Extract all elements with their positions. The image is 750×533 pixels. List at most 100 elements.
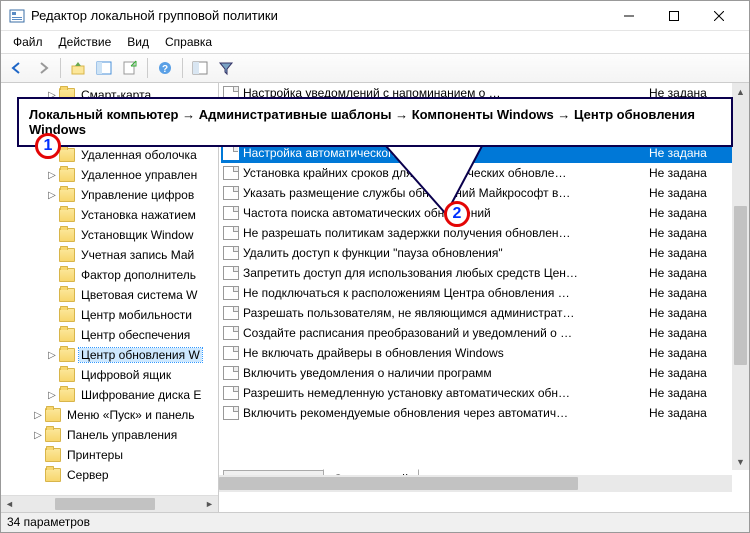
- policy-icon: [223, 246, 239, 260]
- tree-item-label: Фактор дополнитель: [79, 268, 198, 282]
- policy-row[interactable]: Создайте расписания преобразований и уве…: [221, 323, 749, 343]
- policy-name: Не включать драйверы в обновления Window…: [243, 346, 649, 360]
- folder-icon: [59, 348, 75, 362]
- tree-item[interactable]: Установка нажатием: [1, 205, 218, 225]
- app-icon: [9, 8, 25, 24]
- tree-item-label: Меню «Пуск» и панель: [65, 408, 197, 422]
- detail-horizontal-scrollbar[interactable]: [219, 475, 732, 492]
- tree-item[interactable]: ▷Панель управления: [1, 425, 218, 445]
- menu-help[interactable]: Справка: [157, 33, 220, 51]
- expander-icon[interactable]: ▷: [45, 390, 59, 401]
- close-button[interactable]: [696, 1, 741, 31]
- tree-item-label: Центр мобильности: [79, 308, 194, 322]
- tree-item[interactable]: Центр мобильности: [1, 305, 218, 325]
- menu-file[interactable]: Файл: [5, 33, 51, 51]
- minimize-button[interactable]: [606, 1, 651, 31]
- folder-icon: [59, 268, 75, 282]
- policy-name: Не подключаться к расположениям Центра о…: [243, 286, 649, 300]
- export-button[interactable]: [118, 56, 142, 80]
- expander-icon[interactable]: ▷: [45, 170, 59, 181]
- tree-item[interactable]: Фактор дополнитель: [1, 265, 218, 285]
- tree-item-label: Учетная запись Май: [79, 248, 196, 262]
- show-hide-tree-button[interactable]: [92, 56, 116, 80]
- policy-row[interactable]: Включить уведомления о наличии программН…: [221, 363, 749, 383]
- policy-row[interactable]: Не подключаться к расположениям Центра о…: [221, 283, 749, 303]
- tree-item[interactable]: Принтеры: [1, 445, 218, 465]
- policy-row[interactable]: Разрешать пользователям, не являющимся а…: [221, 303, 749, 323]
- tree-item-label: Центр обновления W: [79, 348, 202, 362]
- help-button[interactable]: ?: [153, 56, 177, 80]
- tree-item-label: Удаленная оболочка: [79, 148, 199, 162]
- folder-icon: [59, 328, 75, 342]
- policy-icon: [223, 366, 239, 380]
- svg-text:?: ?: [162, 64, 168, 75]
- menu-action[interactable]: Действие: [51, 33, 120, 51]
- tree-item[interactable]: Цифровой ящик: [1, 365, 218, 385]
- tree-item-label: Цифровой ящик: [79, 368, 173, 382]
- menubar: Файл Действие Вид Справка: [1, 31, 749, 53]
- tree-item[interactable]: ▷Управление цифров: [1, 185, 218, 205]
- policy-row[interactable]: Включить рекомендуемые обновления через …: [221, 403, 749, 423]
- tree-item[interactable]: ▷Шифрование диска E: [1, 385, 218, 405]
- menu-view[interactable]: Вид: [119, 33, 157, 51]
- folder-icon: [59, 208, 75, 222]
- tree-item-label: Центр обеспечения: [79, 328, 192, 342]
- forward-button[interactable]: [31, 56, 55, 80]
- expander-icon[interactable]: ▷: [31, 410, 45, 421]
- window-title: Редактор локальной групповой политики: [31, 8, 606, 23]
- expander-icon[interactable]: ▷: [45, 190, 59, 201]
- tree-item[interactable]: Центр обеспечения: [1, 325, 218, 345]
- tree-horizontal-scrollbar[interactable]: ◄ ►: [1, 495, 218, 512]
- policy-icon: [223, 266, 239, 280]
- up-button[interactable]: [66, 56, 90, 80]
- tree-item[interactable]: Установщик Window: [1, 225, 218, 245]
- extended-view-button[interactable]: [188, 56, 212, 80]
- statusbar: 34 параметров: [1, 512, 749, 532]
- detail-vertical-scrollbar[interactable]: ▲ ▼: [732, 83, 749, 470]
- tree-item[interactable]: ▷Удаленное управлен: [1, 165, 218, 185]
- policy-icon: [223, 146, 239, 160]
- folder-icon: [45, 428, 61, 442]
- policy-icon: [223, 206, 239, 220]
- policy-name: Запретить доступ для использования любых…: [243, 266, 649, 280]
- policy-icon: [223, 286, 239, 300]
- breadcrumb-callout: Локальный компьютер → Административные ш…: [17, 97, 733, 147]
- back-button[interactable]: [5, 56, 29, 80]
- tree-item[interactable]: Цветовая система W: [1, 285, 218, 305]
- policy-row[interactable]: Не включать драйверы в обновления Window…: [221, 343, 749, 363]
- folder-icon: [59, 368, 75, 382]
- policy-icon: [223, 386, 239, 400]
- tree-item[interactable]: Учетная запись Май: [1, 245, 218, 265]
- policy-icon: [223, 406, 239, 420]
- policy-name: Создайте расписания преобразований и уве…: [243, 326, 649, 340]
- folder-icon: [59, 388, 75, 402]
- expander-icon[interactable]: ▷: [31, 430, 45, 441]
- folder-icon: [45, 408, 61, 422]
- policy-icon: [223, 166, 239, 180]
- policy-row[interactable]: Запретить доступ для использования любых…: [221, 263, 749, 283]
- tree-item-label: Установка нажатием: [79, 208, 198, 222]
- tree-item-label: Установщик Window: [79, 228, 195, 242]
- tree-pane: ▷Смарт-карта▷Содержимое облакаСреда выпо…: [1, 83, 219, 512]
- policy-row[interactable]: Не разрешать политикам задержки получени…: [221, 223, 749, 243]
- folder-icon: [45, 468, 61, 482]
- folder-icon: [59, 228, 75, 242]
- filter-button[interactable]: [214, 56, 238, 80]
- policy-name: Разрешить немедленную установку автомати…: [243, 386, 649, 400]
- folder-icon: [59, 148, 75, 162]
- tree-item[interactable]: ▷ Центр обновления W: [1, 345, 218, 365]
- annotation-badge-1: 1: [35, 133, 61, 159]
- policy-name: Включить рекомендуемые обновления через …: [243, 406, 649, 420]
- folder-icon: [59, 308, 75, 322]
- policy-row[interactable]: Разрешить немедленную установку автомати…: [221, 383, 749, 403]
- tree-item-label: Принтеры: [65, 448, 125, 462]
- toolbar: ?: [1, 53, 749, 83]
- annotation-badge-2: 2: [444, 201, 470, 227]
- policy-row[interactable]: Удалить доступ к функции "пауза обновлен…: [221, 243, 749, 263]
- maximize-button[interactable]: [651, 1, 696, 31]
- tree-item[interactable]: Удаленная оболочка: [1, 145, 218, 165]
- folder-icon: [59, 188, 75, 202]
- expander-icon[interactable]: ▷: [45, 350, 59, 361]
- tree-item[interactable]: ▷ Меню «Пуск» и панель: [1, 405, 218, 425]
- tree-item[interactable]: Сервер: [1, 465, 218, 485]
